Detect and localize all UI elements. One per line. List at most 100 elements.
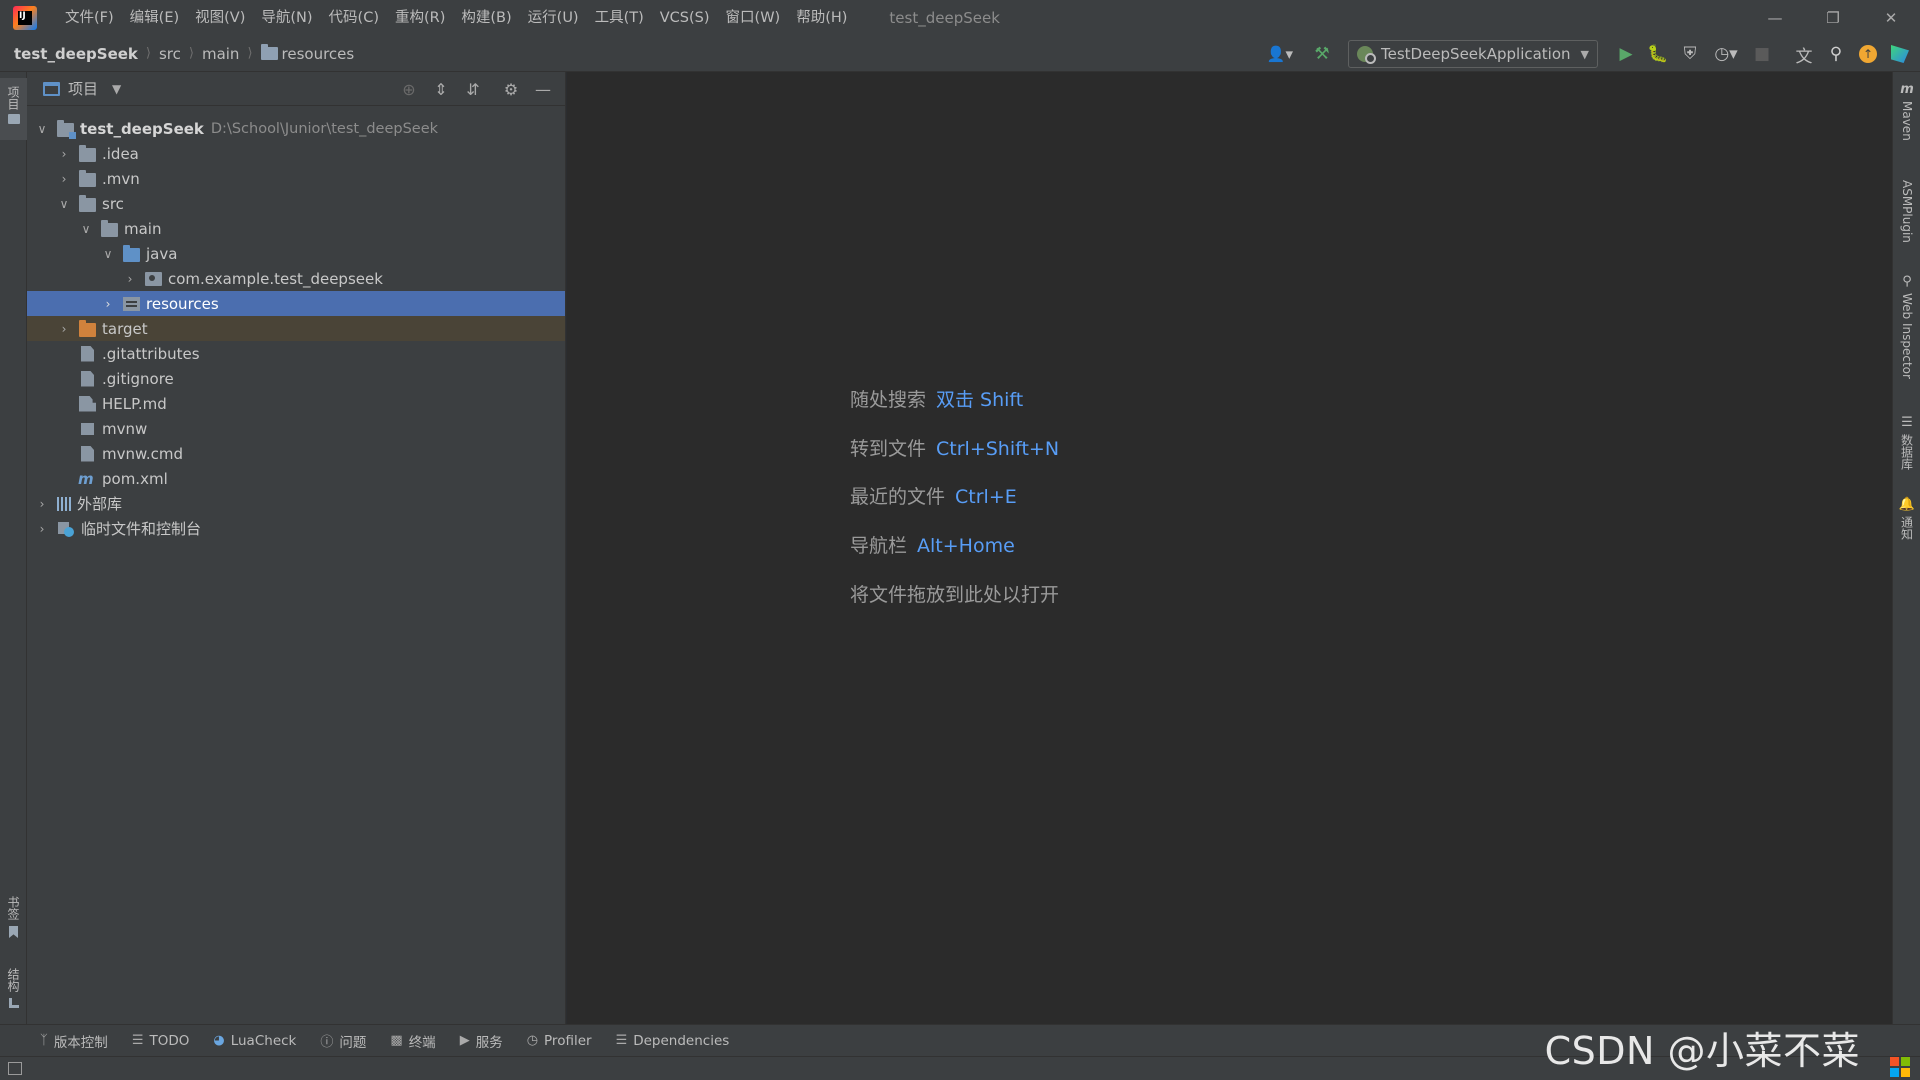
tree-row-help-md[interactable]: HELP.md <box>27 391 565 416</box>
gear-icon[interactable]: ⚙ <box>495 75 527 103</box>
tool-tab-notifications[interactable]: 🔔 通知 <box>1893 497 1920 540</box>
coverage-icon[interactable]: ⛨ <box>1676 40 1704 68</box>
expand-all-icon[interactable]: ⇕ <box>425 75 457 103</box>
menu-build[interactable]: 构建(B) <box>453 0 519 36</box>
tree-row-idea[interactable]: › .idea <box>27 141 565 166</box>
tree-row-mvnw-cmd[interactable]: mvnw.cmd <box>27 441 565 466</box>
tool-tab-version-control[interactable]: ᛉ 版本控制 <box>40 1031 108 1051</box>
menu-vcs[interactable]: VCS(S) <box>652 0 718 36</box>
intellij-logo-icon: IJ <box>13 6 37 30</box>
menu-refactor[interactable]: 重构(R) <box>387 0 453 36</box>
chevron-down-icon[interactable]: ∨ <box>101 247 115 261</box>
tree-row-scratches[interactable]: › 临时文件和控制台 <box>27 516 565 541</box>
tool-tab-services[interactable]: ▶ 服务 <box>460 1031 503 1051</box>
editor-area[interactable]: 随处搜索 双击 Shift 转到文件 Ctrl+Shift+N 最近的文件 Ctrl+… <box>567 72 1892 1024</box>
breadcrumb: test_deepSeek ⟩ src ⟩ main ⟩ resources <box>14 44 355 63</box>
chevron-down-icon[interactable]: ▼ <box>112 82 121 96</box>
breadcrumb-separator-icon: ⟩ <box>145 46 151 61</box>
tool-tab-label: Profiler <box>544 1032 592 1049</box>
breadcrumb-resources[interactable]: resources <box>282 45 355 63</box>
tool-tab-todo[interactable]: ☰ TODO <box>132 1033 190 1049</box>
chevron-right-icon[interactable]: › <box>35 522 49 536</box>
menu-code[interactable]: 代码(C) <box>321 0 387 36</box>
menu-navigate[interactable]: 导航(N) <box>253 0 320 36</box>
tree-row-gitattributes[interactable]: .gitattributes <box>27 341 565 366</box>
hint-shortcut: Alt+Home <box>917 535 1015 557</box>
breadcrumb-project[interactable]: test_deepSeek <box>14 45 138 63</box>
user-icon[interactable]: 👤▾ <box>1260 40 1300 68</box>
breadcrumb-src[interactable]: src <box>159 45 181 63</box>
tool-tab-asmplugin[interactable]: ASMPlugin <box>1893 180 1920 243</box>
hint-text: 转到文件 <box>850 438 927 460</box>
chevron-right-icon[interactable]: › <box>101 297 115 311</box>
menu-window[interactable]: 窗口(W) <box>718 0 789 36</box>
hint-shortcut: Ctrl+Shift+N <box>936 438 1060 460</box>
update-icon[interactable]: ↑ <box>1854 40 1882 68</box>
tree-row-main[interactable]: ∨ main <box>27 216 565 241</box>
plugin-logo-icon[interactable] <box>1886 40 1914 68</box>
menu-edit[interactable]: 编辑(E) <box>122 0 187 36</box>
restore-icon[interactable]: ❐ <box>1804 0 1862 36</box>
chevron-right-icon[interactable]: › <box>57 147 71 161</box>
tool-tab-terminal[interactable]: ▩ 终端 <box>390 1031 435 1051</box>
minimize-icon[interactable]: — <box>1746 0 1804 36</box>
close-icon[interactable]: ✕ <box>1862 0 1920 36</box>
menu-run[interactable]: 运行(U) <box>520 0 587 36</box>
tree-row-target[interactable]: › target <box>27 316 565 341</box>
main-menu: 文件(F) 编辑(E) 视图(V) 导航(N) 代码(C) 重构(R) 构建(B… <box>57 0 855 36</box>
excluded-folder-icon <box>79 319 96 337</box>
tool-windows-toggle-icon[interactable] <box>8 1062 22 1075</box>
editor-hint-goto-file: 转到文件 Ctrl+Shift+N <box>850 434 1059 461</box>
menu-file[interactable]: 文件(F) <box>57 0 122 36</box>
tree-label: java <box>146 244 178 263</box>
menu-view[interactable]: 视图(V) <box>187 0 253 36</box>
problems-icon: ⓘ <box>320 1035 334 1050</box>
collapse-all-icon[interactable]: ⇵ <box>457 75 489 103</box>
tool-tab-dependencies[interactable]: ☰ Dependencies <box>616 1033 730 1049</box>
chevron-down-icon[interactable]: ∨ <box>79 222 93 236</box>
build-hammer-icon[interactable]: ⚒ <box>1308 40 1336 68</box>
tree-row-src[interactable]: ∨ src <box>27 191 565 216</box>
tool-tab-database[interactable]: ☰ 数据库 <box>1893 415 1920 470</box>
tool-tab-project[interactable]: 项目 <box>0 78 27 140</box>
tree-row-gitignore[interactable]: .gitignore <box>27 366 565 391</box>
hide-panel-icon[interactable]: — <box>527 75 559 103</box>
debug-icon[interactable]: 🐛 <box>1644 40 1672 68</box>
chevron-down-icon[interactable]: ∨ <box>57 197 71 211</box>
chevron-right-icon[interactable]: › <box>57 322 71 336</box>
branch-icon: ᛉ <box>40 1033 48 1048</box>
locate-file-icon[interactable]: ⊕ <box>393 75 425 103</box>
tree-row-mvnw[interactable]: mvnw <box>27 416 565 441</box>
chevron-down-icon[interactable]: ∨ <box>35 122 49 136</box>
tree-row-resources[interactable]: › resources <box>27 291 565 316</box>
chevron-down-icon: ▼ <box>1580 47 1589 61</box>
window-title: test_deepSeek <box>889 9 1000 27</box>
tool-tab-problems[interactable]: ⓘ 问题 <box>320 1031 366 1051</box>
tool-tab-web-inspector[interactable]: ⚲ Web Inspector <box>1893 274 1920 379</box>
run-configuration-select[interactable]: TestDeepSeekApplication ▼ <box>1347 40 1598 68</box>
tree-row-package[interactable]: › com.example.test_deepseek <box>27 266 565 291</box>
tool-tab-profiler[interactable]: ◷ Profiler <box>527 1033 592 1049</box>
tree-row-external-libraries[interactable]: › 外部库 <box>27 491 565 516</box>
menu-help[interactable]: 帮助(H) <box>788 0 855 36</box>
project-panel-title[interactable]: 项目 <box>68 78 98 99</box>
search-icon[interactable]: ⚲ <box>1822 40 1850 68</box>
breadcrumb-main[interactable]: main <box>202 45 239 63</box>
chevron-right-icon[interactable]: › <box>35 497 49 511</box>
tree-label: mvnw <box>102 419 148 438</box>
chevron-right-icon[interactable]: › <box>123 272 137 286</box>
tool-tab-bookmarks[interactable]: 书签 <box>0 892 27 962</box>
translate-icon[interactable]: 文 <box>1790 40 1818 68</box>
chevron-right-icon[interactable]: › <box>57 172 71 186</box>
tree-row-pom[interactable]: m pom.xml <box>27 466 565 491</box>
tree-row-java[interactable]: ∨ java <box>27 241 565 266</box>
run-icon[interactable]: ▶ <box>1612 40 1640 68</box>
tree-row-mvn[interactable]: › .mvn <box>27 166 565 191</box>
tool-tab-luacheck[interactable]: ◕ LuaCheck <box>213 1033 296 1049</box>
tree-row-project-root[interactable]: ∨ test_deepSeek D:\School\Junior\test_de… <box>27 116 565 141</box>
title-bar: IJ 文件(F) 编辑(E) 视图(V) 导航(N) 代码(C) 重构(R) 构… <box>0 0 1920 36</box>
menu-tools[interactable]: 工具(T) <box>587 0 652 36</box>
profile-icon[interactable]: ◷▾ <box>1708 40 1744 68</box>
tool-tab-maven[interactable]: m Maven <box>1893 82 1920 141</box>
stop-icon[interactable]: ■ <box>1748 40 1776 68</box>
